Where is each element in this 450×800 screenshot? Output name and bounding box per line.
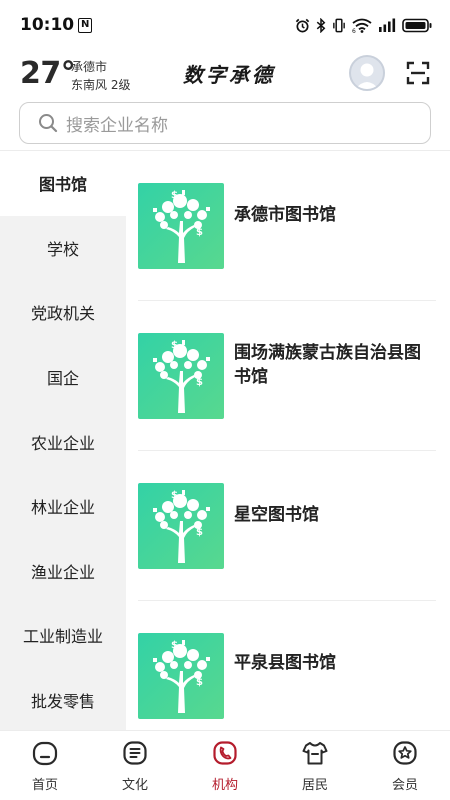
sidebar-item-school[interactable]: 学校: [0, 216, 126, 281]
status-left: 10:10 N: [20, 15, 93, 35]
header: 27° 承德市 东南风 2级 数字承德: [0, 50, 450, 98]
tab-resident-label: 居民: [301, 778, 328, 793]
sidebar-item-retail[interactable]: 批发零售: [0, 668, 126, 730]
avatar[interactable]: [349, 55, 385, 91]
svg-text:$: $: [196, 677, 203, 688]
signal-icon: [379, 18, 396, 32]
wifi-icon: 6: [352, 18, 372, 33]
member-icon: [393, 741, 417, 765]
tree-logo-icon: $ $: [138, 483, 224, 569]
tab-institution[interactable]: 机构: [180, 731, 270, 800]
culture-icon: [123, 741, 147, 765]
app-title: 数字承德: [183, 63, 275, 87]
svg-text:$: $: [196, 527, 203, 538]
vibrate-icon: [333, 18, 345, 32]
tab-home[interactable]: 首页: [0, 731, 90, 800]
institution-name: 承德市图书馆: [234, 205, 336, 225]
sidebar-item-forestry[interactable]: 林业企业: [0, 474, 126, 539]
list-item[interactable]: $ $ 星空图书馆: [138, 483, 438, 633]
home-icon: [32, 741, 58, 766]
sidebar-item-government[interactable]: 党政机关: [0, 280, 126, 345]
nfc-icon: N: [78, 17, 93, 33]
institution-name: 星空图书馆: [234, 505, 319, 525]
svg-text:$: $: [171, 190, 178, 201]
status-icons: 6: [295, 17, 432, 33]
tab-member[interactable]: 会员: [360, 731, 450, 800]
resident-icon: [302, 742, 328, 765]
search-input[interactable]: 搜索企业名称: [19, 102, 431, 144]
sidebar-item-manufacturing[interactable]: 工业制造业: [0, 603, 126, 668]
svg-text:$: $: [171, 340, 178, 351]
search-icon: [39, 114, 58, 133]
list-item[interactable]: $ $ 围场满族蒙古族自治县图书馆: [138, 333, 438, 483]
institution-icon: [213, 741, 237, 765]
institution-name: 平泉县图书馆: [234, 653, 336, 673]
list-divider: [138, 600, 436, 601]
institution-name: 围场满族蒙古族自治县图书馆: [234, 343, 421, 387]
svg-text:$: $: [171, 640, 178, 651]
temperature: 27°: [20, 56, 76, 91]
status-time: 10:10: [20, 15, 75, 35]
tab-resident[interactable]: 居民: [270, 731, 360, 800]
svg-text:6: 6: [352, 28, 356, 33]
list-divider: [138, 300, 436, 301]
user-avatar-icon: [355, 63, 379, 89]
sidebar-item-library[interactable]: 图书馆: [0, 151, 126, 216]
weather-wind: 东南风 2级: [71, 78, 131, 92]
tree-logo-icon: $ $: [138, 183, 224, 269]
tree-logo-icon: $ $: [138, 633, 224, 719]
battery-icon: [402, 18, 432, 32]
tab-member-label: 会员: [391, 778, 418, 793]
tab-institution-label: 机构: [211, 778, 238, 793]
weather-city: 承德市: [71, 60, 108, 74]
scan-icon[interactable]: [405, 60, 431, 86]
list-divider: [138, 450, 436, 451]
sidebar-item-agriculture[interactable]: 农业企业: [0, 409, 126, 474]
bottom-nav: 首页 文化 机构 居民 会员: [0, 730, 450, 800]
category-sidebar: 图书馆 学校 党政机关 国企 农业企业 林业企业 渔业企业 工业制造业 批发零售: [0, 151, 126, 730]
svg-text:$: $: [196, 377, 203, 388]
svg-text:$: $: [171, 490, 178, 501]
tab-culture[interactable]: 文化: [90, 731, 180, 800]
institution-list: $ $ 承德市图书馆 $ $ 围场满族蒙古族自治县图书馆 $ $ 星空图书馆 $ $ 平…: [126, 151, 450, 730]
tab-home-label: 首页: [31, 778, 58, 793]
list-item[interactable]: $ $ 承德市图书馆: [138, 183, 438, 333]
tab-culture-label: 文化: [121, 778, 148, 793]
bluetooth-icon: [316, 17, 326, 33]
search-placeholder: 搜索企业名称: [66, 115, 168, 136]
sidebar-item-state-enterprise[interactable]: 国企: [0, 345, 126, 410]
list-item[interactable]: $ $ 平泉县图书馆: [138, 633, 438, 730]
status-bar: 10:10 N 6: [0, 0, 450, 50]
sidebar-item-fishery[interactable]: 渔业企业: [0, 539, 126, 604]
svg-text:$: $: [196, 227, 203, 238]
alarm-icon: [295, 18, 310, 32]
tree-logo-icon: $ $: [138, 333, 224, 419]
